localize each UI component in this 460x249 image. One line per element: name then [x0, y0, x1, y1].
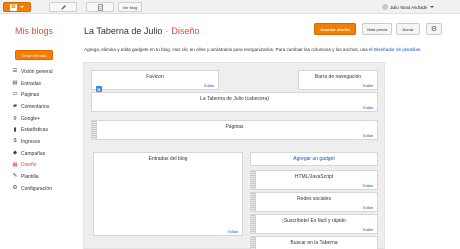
- edit-link[interactable]: Editar: [363, 206, 373, 210]
- my-blogs-link[interactable]: Mis blogs: [15, 26, 53, 36]
- save-layout-button[interactable]: Guardar diseño: [314, 23, 356, 35]
- gadget-pages[interactable]: Páginas Editar: [91, 120, 378, 140]
- sidebar-item-template[interactable]: ✎ Plantilla: [12, 171, 82, 183]
- sidebar-item-label: Configuración: [21, 185, 52, 192]
- blogger-menu-button[interactable]: B: [3, 2, 31, 12]
- sidebar-item-label: Campañas: [21, 150, 46, 157]
- gadget-title: La Taberna de Julio (cabecera): [200, 96, 269, 102]
- create-post-button[interactable]: Crear entrada: [15, 50, 53, 60]
- sidebar-item-label: Diseño: [21, 162, 37, 169]
- gadget-navbar[interactable]: Barra de navegación Editar: [298, 70, 378, 90]
- edit-link[interactable]: Editar: [363, 184, 373, 188]
- gadget-title: Favicon: [146, 74, 164, 80]
- new-post-button[interactable]: [49, 2, 77, 12]
- money-icon: $: [13, 138, 17, 145]
- posts-icon: ▤: [12, 79, 18, 86]
- gear-icon: ⚙: [430, 26, 438, 33]
- gadget-title: Páginas: [225, 124, 244, 130]
- sidebar-item-stats[interactable]: ▮ Estadísticas: [12, 124, 82, 136]
- sidebar-item-label: Estadísticas: [21, 127, 48, 134]
- edit-link[interactable]: Editar: [363, 228, 373, 232]
- template-icon: ✎: [12, 173, 18, 180]
- sidebar-item-label: Plantilla: [21, 174, 39, 181]
- pencil-icon: [60, 4, 66, 10]
- title-separator: ·: [165, 26, 169, 36]
- edit-link[interactable]: Editar: [363, 84, 373, 88]
- posts-list-button[interactable]: [86, 2, 114, 12]
- wrench-icon: ⚙: [12, 184, 18, 191]
- gadget-html-javascript[interactable]: HTML/JavaScript Editar: [250, 170, 378, 190]
- gadget-blog-posts[interactable]: Entradas del blog Editar: [93, 152, 243, 236]
- sidebar-item-label: Visión general: [21, 68, 53, 75]
- sidebar-item-money[interactable]: $ Ingresos: [12, 136, 82, 148]
- gadget-title: HTML/JavaScript: [294, 174, 334, 180]
- sidebar-nav: ☰ Visión general ▤ Entradas ▭ Páginas ▰ Comenta…: [12, 66, 82, 195]
- chevron-down-icon: [20, 6, 24, 8]
- instructions-end: .: [420, 47, 422, 52]
- sidebar-item-layout[interactable]: ▦ Diseño: [12, 160, 82, 172]
- edit-link[interactable]: Editar: [228, 230, 238, 234]
- sidebar-item-label: Comentarios: [21, 103, 50, 110]
- page-title: La Taberna de Julio · Diseño: [84, 26, 199, 36]
- edit-link[interactable]: Editar: [363, 134, 373, 138]
- google-plus-icon: g: [13, 114, 17, 121]
- sidebar-item-campaign[interactable]: ◆ Campañas: [12, 148, 82, 160]
- section-name: Diseño: [171, 26, 200, 36]
- campaign-icon: ◆: [12, 149, 18, 156]
- preview-button[interactable]: Vista previa: [362, 23, 392, 35]
- layout-canvas: Favicon B Editar Barra de navegación Edi…: [83, 62, 385, 249]
- sidebar-item-comment[interactable]: ▰ Comentarios: [12, 101, 82, 113]
- sidebar-item-label: Páginas: [21, 92, 40, 99]
- gadget-search[interactable]: Buscar en la Taberna: [250, 236, 378, 249]
- gadget-title: Barra de navegación: [314, 74, 362, 80]
- user-name: Julio Yamá Andrade: [390, 4, 428, 10]
- sidebar-item-label: Google+: [21, 115, 41, 122]
- gadget-title: ¡Suscríbete! Es fácil y rápido: [282, 218, 346, 224]
- sidebar-item-label: Entradas: [21, 80, 42, 87]
- sidebar-item-posts[interactable]: ▤ Entradas: [12, 78, 82, 90]
- layout-icon: ▦: [12, 161, 18, 168]
- user-account-menu[interactable]: Julio Yamá Andrade: [382, 2, 435, 12]
- top-bar: B Ver blog Julio Yamá Andrade: [0, 0, 460, 14]
- template-designer-link[interactable]: Diseñador de plantillas: [374, 47, 420, 52]
- layout-instructions: Agrega, elimina y edita gadgets en tu bl…: [84, 47, 454, 52]
- sidebar-item-google-plus[interactable]: g Google+: [12, 113, 82, 125]
- list-icon: ☰: [12, 68, 18, 75]
- settings-button[interactable]: ⚙: [426, 23, 442, 35]
- blogger-icon: B: [10, 3, 17, 11]
- document-icon: [97, 3, 103, 11]
- chevron-down-icon: [430, 6, 435, 8]
- comment-icon: ▰: [12, 103, 18, 110]
- gadget-title: Entradas del blog: [148, 156, 188, 162]
- gadget-title: Buscar en la Taberna: [290, 240, 338, 246]
- sidebar-item-wrench[interactable]: ⚙ Configuración: [12, 183, 82, 195]
- discard-button[interactable]: Borrar: [396, 23, 420, 35]
- edit-link[interactable]: Editar: [204, 84, 214, 88]
- blog-name: La Taberna de Julio: [84, 26, 163, 36]
- pages-icon: ▭: [12, 91, 18, 98]
- gadget-favicon[interactable]: Favicon B Editar: [91, 70, 219, 92]
- gadget-social-networks[interactable]: Redes sociales Editar: [250, 192, 378, 212]
- stats-icon: ▮: [13, 126, 17, 133]
- sidebar-item-pages[interactable]: ▭ Páginas: [12, 89, 82, 101]
- gadget-title: Redes sociales: [297, 196, 331, 202]
- add-gadget-button[interactable]: Agregar un gadget: [250, 152, 378, 166]
- instructions-text: Agrega, elimina y edita gadgets en tu bl…: [84, 47, 373, 52]
- gadget-header[interactable]: La Taberna de Julio (cabecera) Editar: [91, 92, 378, 112]
- gadget-subscribe[interactable]: ¡Suscríbete! Es fácil y rápido Editar: [250, 214, 378, 234]
- view-blog-button[interactable]: Ver blog: [118, 2, 142, 12]
- avatar: [382, 4, 388, 10]
- sidebar-item-label: Ingresos: [21, 138, 41, 145]
- sidebar-item-list[interactable]: ☰ Visión general: [12, 66, 82, 78]
- edit-link[interactable]: Editar: [363, 106, 373, 110]
